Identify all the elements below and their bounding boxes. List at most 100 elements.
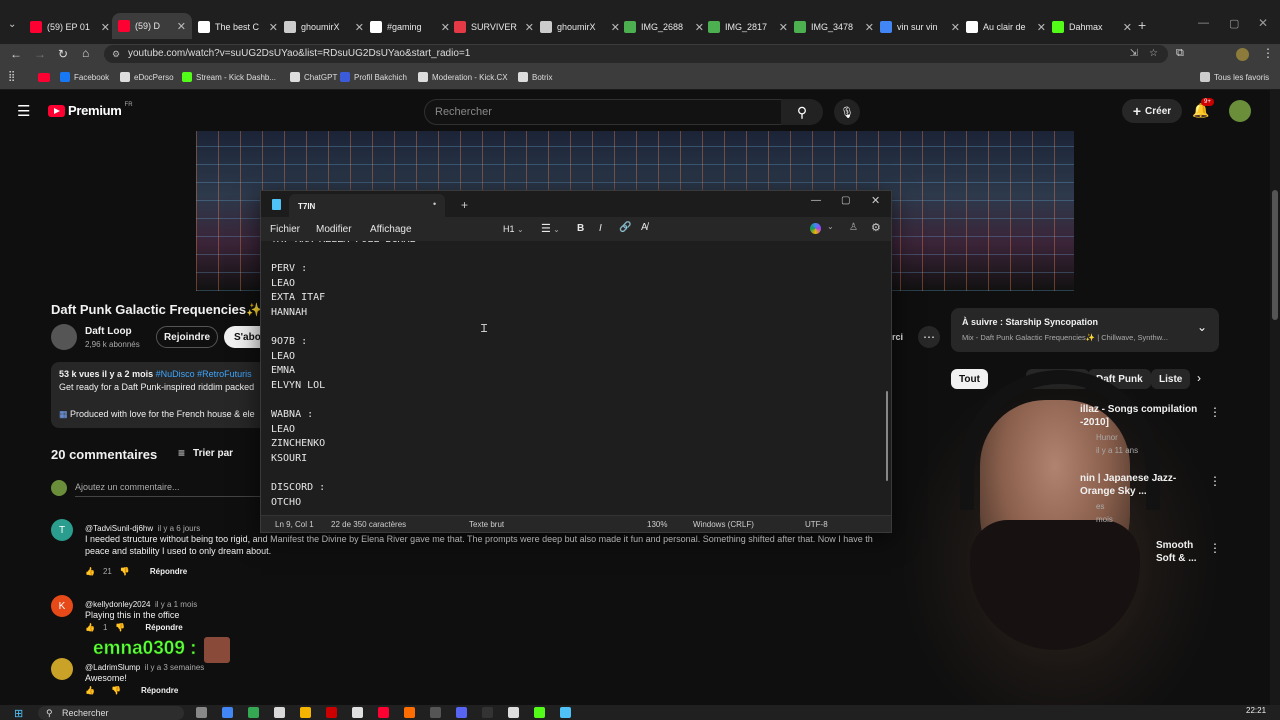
site-info-icon[interactable]: ⚙ bbox=[112, 45, 120, 63]
taskbar-app-icon[interactable] bbox=[222, 707, 233, 718]
sort-comments-button[interactable]: ≡ Trier par bbox=[178, 446, 233, 460]
subscribe-button[interactable]: S'abo bbox=[224, 326, 264, 348]
comment-author[interactable]: @TadviSunil-dj6hw bbox=[85, 524, 153, 533]
taskbar-app-icon[interactable] bbox=[404, 707, 415, 718]
bookmark-item[interactable]: Profil Bakchich bbox=[340, 72, 407, 82]
tab-close-icon[interactable]: ✕ bbox=[101, 21, 110, 34]
tab-close-icon[interactable]: ✕ bbox=[177, 20, 186, 33]
menu-fichier[interactable]: Fichier bbox=[270, 224, 300, 235]
list-icon[interactable]: ☰ ⌄ bbox=[541, 222, 560, 235]
comment-avatar[interactable] bbox=[51, 658, 73, 680]
browser-tab[interactable]: ghoumirX ✕ bbox=[284, 16, 364, 38]
dislike-icon[interactable]: 👎 bbox=[120, 567, 130, 576]
bookmark-item[interactable]: Facebook bbox=[60, 72, 109, 82]
more-options-icon[interactable]: ⋮ bbox=[1209, 541, 1221, 555]
tab-close-icon[interactable]: ✕ bbox=[695, 21, 704, 34]
reply-button[interactable]: Répondre bbox=[145, 623, 182, 632]
extensions-icon[interactable]: ⧉ bbox=[1176, 47, 1184, 60]
zoom-level[interactable]: 130% bbox=[647, 520, 667, 529]
taskbar-search[interactable]: ⚲ Rechercher bbox=[38, 706, 184, 720]
browser-tab[interactable]: ghoumirX ✕ bbox=[540, 16, 620, 38]
more-actions-icon[interactable]: ⋯ bbox=[918, 326, 940, 348]
notepad-minimize-icon[interactable]: — bbox=[811, 195, 821, 206]
comment-author[interactable]: @kellydonley2024 bbox=[85, 600, 151, 609]
unsaved-dot-icon[interactable]: • bbox=[433, 199, 436, 209]
menu-icon[interactable]: ⋮ bbox=[1262, 46, 1274, 60]
bookmark-item[interactable]: eDocPerso bbox=[120, 72, 174, 82]
tab-close-icon[interactable]: ✕ bbox=[1037, 21, 1046, 34]
browser-tab[interactable]: Dahmax ✕ bbox=[1052, 16, 1132, 38]
tab-close-icon[interactable]: ✕ bbox=[865, 21, 874, 34]
taskbar-app-icon[interactable] bbox=[326, 707, 337, 718]
taskbar-app-icon[interactable] bbox=[378, 707, 389, 718]
windows-start-icon[interactable]: ⊞ bbox=[14, 707, 23, 720]
notifications-button[interactable]: 🔔 9+ bbox=[1192, 98, 1214, 119]
taskbar-app-icon[interactable] bbox=[508, 707, 519, 718]
browser-tab[interactable]: (59) EP 01 ✕ bbox=[30, 16, 110, 38]
home-icon[interactable]: ⌂ bbox=[82, 46, 89, 60]
all-favorites-link[interactable]: Tous les favoris bbox=[1200, 72, 1269, 82]
like-icon[interactable]: 👍 bbox=[85, 567, 95, 576]
browser-tab[interactable]: IMG_2688 ✕ bbox=[624, 16, 704, 38]
notepad-close-icon[interactable]: ✕ bbox=[871, 194, 880, 207]
comment-avatar[interactable]: K bbox=[51, 595, 73, 617]
youtube-bookmark-icon[interactable] bbox=[38, 73, 50, 82]
hamburger-menu-icon[interactable]: ☰ bbox=[17, 102, 30, 120]
browser-tab[interactable]: IMG_3478 ✕ bbox=[794, 16, 874, 38]
channel-avatar[interactable] bbox=[51, 324, 77, 350]
more-options-icon[interactable]: ⋮ bbox=[1209, 474, 1221, 488]
tab-close-icon[interactable]: ✕ bbox=[441, 21, 450, 34]
menu-affichage[interactable]: Affichage bbox=[370, 224, 412, 235]
taskbar-app-icon[interactable] bbox=[560, 707, 571, 718]
tab-close-icon[interactable]: ✕ bbox=[779, 21, 788, 34]
account-icon[interactable]: ♙ bbox=[849, 222, 858, 233]
back-icon[interactable]: ← bbox=[10, 47, 22, 61]
browser-tab[interactable]: vin sur vin ✕ bbox=[880, 16, 960, 38]
bold-icon[interactable]: B bbox=[577, 223, 584, 234]
search-input[interactable]: Rechercher bbox=[424, 99, 782, 125]
taskbar-app-icon[interactable] bbox=[482, 707, 493, 718]
minimize-icon[interactable]: — bbox=[1198, 17, 1209, 29]
encoding[interactable]: UTF-8 bbox=[805, 520, 828, 529]
add-comment-input[interactable]: Ajoutez un commentaire... bbox=[75, 482, 180, 492]
italic-icon[interactable]: I bbox=[599, 223, 602, 234]
line-ending[interactable]: Windows (CRLF) bbox=[693, 520, 754, 529]
notepad-maximize-icon[interactable]: ▢ bbox=[841, 195, 850, 206]
like-icon[interactable]: 👍 bbox=[85, 686, 95, 695]
taskbar-app-icon[interactable] bbox=[248, 707, 259, 718]
notepad-scrollbar[interactable] bbox=[886, 391, 888, 481]
search-button[interactable]: ⚲ bbox=[781, 99, 823, 125]
new-tab-button[interactable]: + bbox=[1138, 17, 1146, 33]
more-options-icon[interactable]: ⋮ bbox=[1209, 405, 1221, 419]
taskbar-app-icon[interactable] bbox=[274, 707, 285, 718]
like-icon[interactable]: 👍 bbox=[85, 623, 95, 632]
new-tab-plus-icon[interactable]: + bbox=[461, 198, 468, 212]
chevron-down-icon[interactable]: ⌄ bbox=[1197, 320, 1207, 334]
youtube-logo[interactable]: Premium FR bbox=[48, 102, 133, 118]
tab-close-icon[interactable]: ✕ bbox=[951, 21, 960, 34]
browser-tab[interactable]: Au clair de ✕ bbox=[966, 16, 1046, 38]
copilot-chevron-icon[interactable]: ⌄ bbox=[827, 222, 834, 231]
dislike-icon[interactable]: 👎 bbox=[111, 686, 121, 695]
reload-icon[interactable]: ↻ bbox=[58, 47, 68, 61]
bookmark-item[interactable]: Moderation - Kick.CX bbox=[418, 72, 508, 82]
install-icon[interactable]: ⇲ bbox=[1130, 45, 1138, 63]
join-button[interactable]: Rejoindre bbox=[156, 326, 218, 348]
dislike-icon[interactable]: 👎 bbox=[115, 623, 125, 632]
browser-tab[interactable]: (59) D ✕ bbox=[112, 13, 192, 39]
bookmark-star-icon[interactable]: ☆ bbox=[1149, 45, 1158, 63]
comment-author[interactable]: @LadrimSlump bbox=[85, 663, 140, 672]
menu-modifier[interactable]: Modifier bbox=[316, 224, 352, 235]
channel-name[interactable]: Daft Loop bbox=[85, 326, 132, 337]
maximize-icon[interactable]: ▢ bbox=[1229, 17, 1239, 30]
partial-button[interactable]: rci bbox=[892, 332, 903, 342]
taskbar-app-icon[interactable] bbox=[300, 707, 311, 718]
taskbar-app-icon[interactable] bbox=[352, 707, 363, 718]
tab-close-icon[interactable]: ✕ bbox=[1123, 21, 1132, 34]
link-icon[interactable]: 🔗 bbox=[619, 222, 631, 233]
bookmark-item[interactable]: ChatGPT bbox=[290, 72, 337, 82]
recommendation-title[interactable]: nin | Japanese Jazz- Orange Sky ... bbox=[1080, 472, 1176, 498]
tab-close-icon[interactable]: ✕ bbox=[269, 21, 278, 34]
voice-search-button[interactable]: 🎙 bbox=[834, 99, 860, 125]
taskbar-app-icon[interactable] bbox=[196, 707, 207, 718]
